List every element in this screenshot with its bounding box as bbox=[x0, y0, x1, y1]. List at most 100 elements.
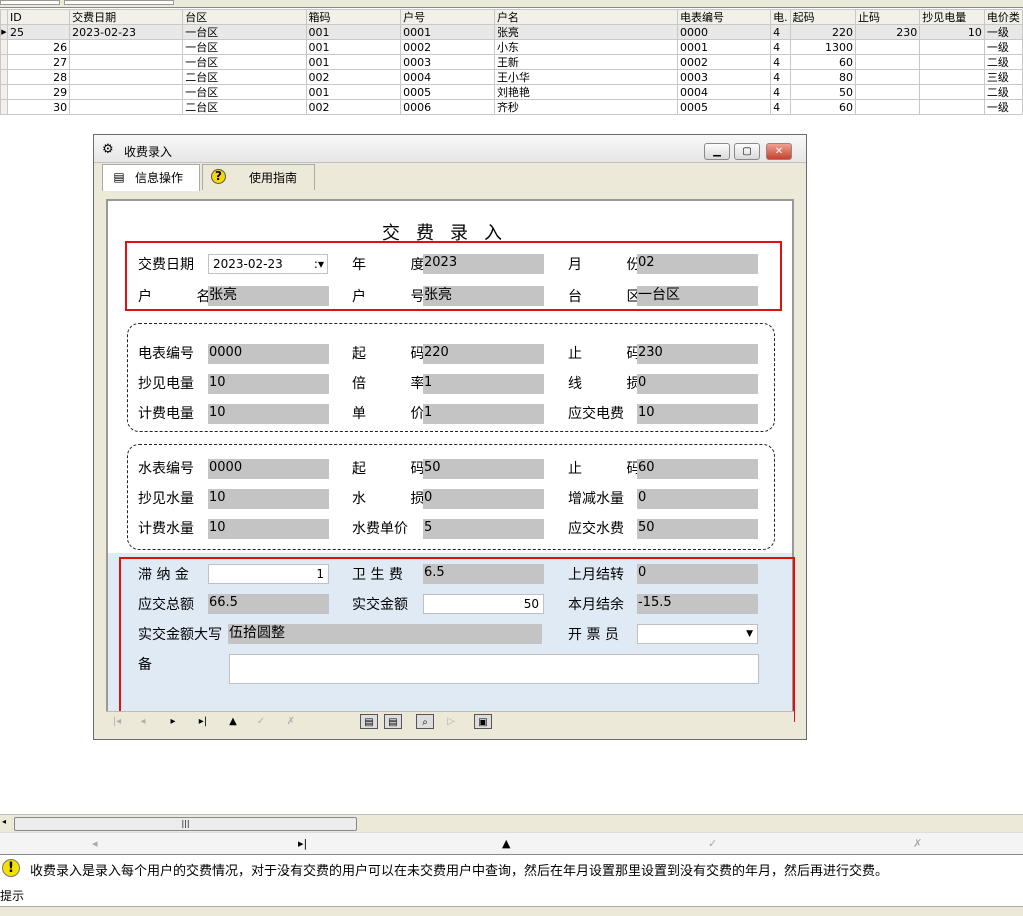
col-header[interactable]: 抄见电量 bbox=[919, 9, 985, 25]
water-start-field: 50 bbox=[423, 459, 544, 479]
water-price-field: 5 bbox=[423, 519, 544, 539]
cancel-record-icon[interactable]: ✗ bbox=[282, 714, 300, 729]
col-header[interactable]: 户号 bbox=[400, 9, 495, 25]
date-picker[interactable]: 2023-02-23:▾ bbox=[208, 254, 328, 274]
horizontal-scrollbar[interactable]: ◂ ||| bbox=[0, 814, 1023, 832]
account-no-field: 张亮 bbox=[423, 286, 544, 306]
month-field: 02 bbox=[637, 254, 758, 274]
first-record-icon[interactable]: |◂ bbox=[108, 714, 126, 729]
col-header[interactable]: 箱码 bbox=[305, 9, 402, 25]
water-bill-field: 10 bbox=[208, 519, 329, 539]
elec-meter-label: 电表编号 bbox=[138, 346, 194, 362]
late-fee-input[interactable]: 1 bbox=[208, 564, 329, 584]
search-icon[interactable]: ⌕ bbox=[416, 714, 434, 729]
elec-loss-field: 0 bbox=[637, 374, 758, 394]
filter-field[interactable] bbox=[0, 0, 60, 5]
elec-read-label: 抄见电量 bbox=[138, 376, 194, 392]
water-due-label: 应交水费 bbox=[568, 521, 624, 537]
post-record-icon[interactable]: ✓ bbox=[708, 837, 717, 850]
water-price-label: 水费单价 bbox=[352, 521, 408, 537]
note-input[interactable] bbox=[229, 654, 759, 684]
elec-start-field: 220 bbox=[423, 344, 544, 364]
total-due-field: 66.5 bbox=[208, 594, 329, 614]
insert-record-icon[interactable]: ▲ bbox=[224, 714, 242, 729]
col-header[interactable]: 电. bbox=[770, 9, 791, 25]
hint-label: 提示 bbox=[0, 889, 25, 903]
water-adj-field: 0 bbox=[637, 489, 758, 509]
app-icon: ⚙ bbox=[102, 142, 114, 157]
question-icon: ? bbox=[211, 169, 226, 184]
print-preview-icon[interactable]: ▤ bbox=[384, 714, 402, 729]
grid-table: ID 交费日期 台区 箱码 户号 户名 电表编号 电. 起码 止码 抄见电量 电… bbox=[0, 9, 1023, 115]
col-header[interactable]: 交费日期 bbox=[69, 9, 184, 25]
last-record-icon[interactable]: ▸| bbox=[298, 837, 307, 850]
filter-field[interactable] bbox=[64, 0, 174, 5]
actual-paid-input[interactable]: 50 bbox=[423, 594, 544, 614]
tab-user-guide[interactable]: ? 使用指南 bbox=[202, 164, 315, 190]
elec-due-label: 应交电费 bbox=[568, 406, 624, 422]
col-header[interactable]: 电表编号 bbox=[677, 9, 772, 25]
water-read-label: 抄见水量 bbox=[138, 491, 194, 507]
data-grid[interactable]: ID 交费日期 台区 箱码 户号 户名 电表编号 电. 起码 止码 抄见电量 电… bbox=[0, 0, 1023, 116]
water-end-field: 60 bbox=[637, 459, 758, 479]
table-row[interactable]: 27 一台区 001 0003 王新 0002 4 60 二级 bbox=[0, 54, 1023, 70]
col-header[interactable]: 台区 bbox=[182, 9, 307, 25]
table-row[interactable]: 29 一台区 001 0005 刘艳艳 0004 4 50 二级 bbox=[0, 84, 1023, 100]
year-field: 2023 bbox=[423, 254, 544, 274]
cancel-record-icon[interactable]: ✗ bbox=[913, 837, 922, 850]
last-record-icon[interactable]: ▸| bbox=[194, 714, 212, 729]
col-header[interactable]: 电价类 bbox=[983, 9, 1023, 25]
row-indicator-icon: ▶ bbox=[0, 24, 8, 40]
scroll-left-icon[interactable]: ◂ bbox=[2, 817, 6, 826]
list-icon: ▤ bbox=[113, 170, 125, 184]
print-icon[interactable]: ▤ bbox=[360, 714, 378, 729]
dropdown-arrow-icon[interactable]: :▾ bbox=[314, 255, 324, 273]
table-row[interactable]: 26 一台区 001 0002 小东 0001 4 1300 一级 bbox=[0, 39, 1023, 55]
water-read-field: 10 bbox=[208, 489, 329, 509]
grid-filter-bar bbox=[0, 0, 1023, 8]
table-row[interactable]: ▶ 25 2023-02-23 一台区 001 0001 张亮 0000 4 2… bbox=[0, 24, 1023, 40]
area-field: 一台区 bbox=[637, 286, 758, 306]
fee-entry-window: ⚙ 收费录入 ▁ ▢ ✕ ▤ 信息操作 ? 使用指南 交费录入 交费日期 202… bbox=[93, 134, 807, 740]
elec-bill-label: 计费电量 bbox=[138, 406, 194, 422]
actual-paid-label: 实交金额 bbox=[352, 597, 408, 613]
tab-info-operation[interactable]: ▤ 信息操作 bbox=[102, 164, 200, 191]
prior-record-icon[interactable]: ◂ bbox=[92, 837, 98, 850]
col-header[interactable]: 户名 bbox=[493, 9, 679, 25]
amount-upper-field: 伍拾圆整 bbox=[228, 624, 542, 644]
clerk-select[interactable]: ▼ bbox=[637, 624, 758, 644]
maximize-button[interactable]: ▢ bbox=[734, 143, 760, 160]
dropdown-arrow-icon[interactable]: ▼ bbox=[746, 625, 753, 643]
col-header[interactable]: ID bbox=[6, 9, 71, 25]
hint-text: 收费录入是录入每个用户的交费情况，对于没有交费的用户可以在未交费用户中查询，然后… bbox=[30, 864, 889, 879]
grid-header: ID 交费日期 台区 箱码 户号 户名 电表编号 电. 起码 止码 抄见电量 电… bbox=[0, 9, 1023, 25]
table-row[interactable]: 28 二台区 002 0004 王小华 0003 4 80 三级 bbox=[0, 69, 1023, 85]
water-loss-field: 0 bbox=[423, 489, 544, 509]
late-fee-label: 滞 纳 金 bbox=[138, 567, 189, 583]
play-icon[interactable]: ▷ bbox=[442, 714, 460, 729]
note-label: 备 注 bbox=[138, 657, 282, 673]
table-row[interactable]: 30 二台区 002 0006 齐秒 0005 4 60 一级 bbox=[0, 99, 1023, 115]
prior-record-icon[interactable]: ◂ bbox=[134, 714, 152, 729]
insert-record-icon[interactable]: ▲ bbox=[502, 837, 510, 850]
status-bar bbox=[0, 906, 1023, 916]
minimize-button[interactable]: ▁ bbox=[704, 143, 730, 160]
date-label: 交费日期 bbox=[138, 257, 194, 273]
water-bill-label: 计费水量 bbox=[138, 521, 194, 537]
scroll-thumb[interactable]: ||| bbox=[14, 817, 357, 831]
post-record-icon[interactable]: ✓ bbox=[252, 714, 270, 729]
col-header[interactable]: 止码 bbox=[854, 9, 921, 25]
elec-end-field: 230 bbox=[637, 344, 758, 364]
month-balance-field: -15.5 bbox=[637, 594, 758, 614]
main-record-navigator: ◂ ▸| ▲ ✓ ✗ bbox=[0, 832, 1023, 854]
sanitation-fee-field: 6.5 bbox=[423, 564, 544, 584]
title-bar[interactable]: ⚙ 收费录入 ▁ ▢ ✕ bbox=[94, 135, 806, 163]
next-record-icon[interactable]: ▸ bbox=[164, 714, 182, 729]
close-button[interactable]: ✕ bbox=[766, 143, 792, 160]
save-icon[interactable]: ▣ bbox=[474, 714, 492, 729]
hint-panel: ! 收费录入是录入每个用户的交费情况，对于没有交费的用户可以在未交费用户中查询，… bbox=[0, 854, 1023, 906]
name-field: 张亮 bbox=[208, 286, 329, 306]
col-header[interactable]: 起码 bbox=[789, 9, 856, 25]
sanitation-fee-label: 卫 生 费 bbox=[352, 567, 403, 583]
window-title: 收费录入 bbox=[124, 145, 173, 159]
